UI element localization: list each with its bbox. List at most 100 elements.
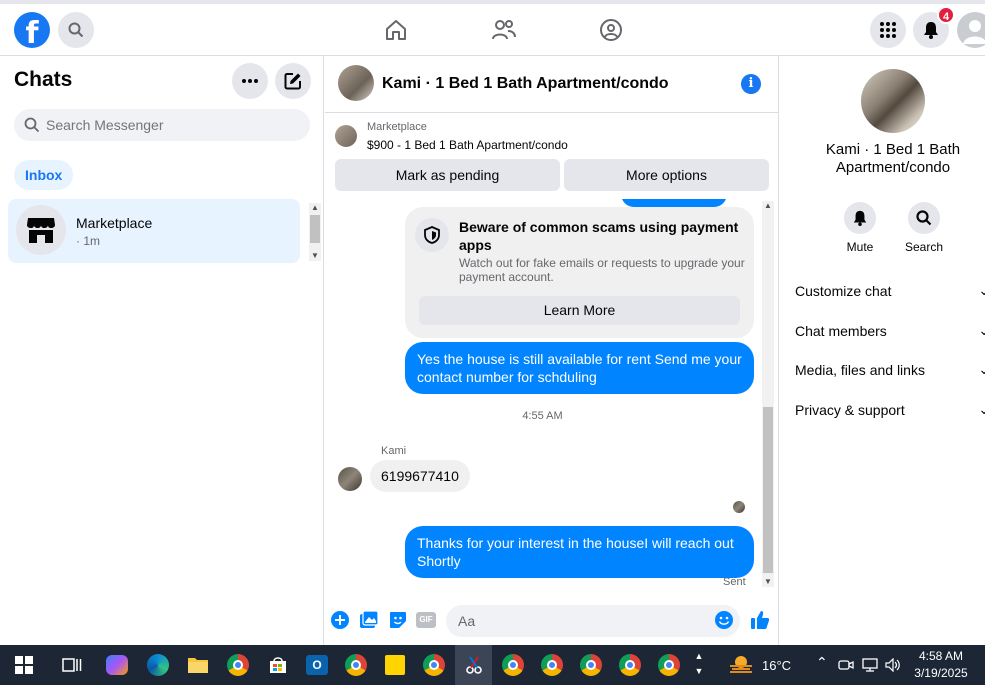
friends-nav-button[interactable] xyxy=(490,16,518,44)
show-hidden-icons-chevron[interactable]: ⌃ xyxy=(816,655,828,671)
privacy-support-item[interactable]: Privacy & support ⌄ xyxy=(795,402,985,418)
marketplace-avatar xyxy=(16,205,66,255)
menu-button[interactable] xyxy=(870,12,906,48)
info-icon[interactable]: i xyxy=(741,74,761,94)
task-view-button[interactable] xyxy=(58,651,86,679)
store-icon xyxy=(270,657,286,673)
thumbs-up-icon xyxy=(751,611,770,629)
gif-button[interactable]: GIF xyxy=(415,609,437,631)
emoji-button[interactable] xyxy=(713,609,735,631)
outgoing-message-bubble[interactable]: Thanks for your interest in the houseI w… xyxy=(405,526,754,578)
conversation-avatar[interactable] xyxy=(338,65,374,101)
search-messenger-input[interactable] xyxy=(46,117,286,133)
store-taskbar-button[interactable] xyxy=(264,651,292,679)
search-button[interactable] xyxy=(58,12,94,48)
volume-button[interactable] xyxy=(883,653,903,677)
message-input[interactable]: Aa xyxy=(446,605,740,637)
chrome-profile-1-button[interactable] xyxy=(342,651,370,679)
weather-temperature[interactable]: 16°C xyxy=(762,658,791,673)
photo-icon xyxy=(360,610,379,628)
weather-widget[interactable] xyxy=(727,651,755,679)
meet-now-button[interactable] xyxy=(836,653,856,677)
chats-options-button[interactable] xyxy=(232,63,268,99)
mute-action[interactable]: Mute xyxy=(830,202,890,254)
chrome-profile-2-button[interactable] xyxy=(420,651,448,679)
scroll-down-arrow[interactable]: ▼ xyxy=(762,577,774,587)
listing-thumbnail[interactable] xyxy=(335,125,357,147)
chrome-profile-7-button[interactable] xyxy=(655,651,683,679)
sender-name: Kami xyxy=(381,445,407,457)
conversation-title[interactable]: Kami · 1 Bed 1 Bath Apartment/condo xyxy=(382,75,669,93)
inbox-tab[interactable]: Inbox xyxy=(14,160,74,190)
conversation-time: · 1m xyxy=(76,234,100,248)
menu-label: Chat members xyxy=(795,323,887,339)
listing-title[interactable]: $900 - 1 Bed 1 Bath Apartment/condo xyxy=(367,138,568,152)
notifications-button[interactable]: 4 xyxy=(913,6,955,48)
profile-name: Kami · 1 Bed 1 Bath Apartment/condo xyxy=(825,141,961,176)
profile-avatar[interactable] xyxy=(861,69,925,133)
chrome-profile-6-button[interactable] xyxy=(616,651,644,679)
sender-avatar[interactable] xyxy=(338,467,362,491)
customize-chat-item[interactable]: Customize chat ⌄ xyxy=(795,283,985,299)
like-button[interactable] xyxy=(749,609,771,631)
start-button[interactable] xyxy=(10,651,38,679)
search-icon xyxy=(68,22,84,38)
conversation-list-scrollbar[interactable]: ▲ ▼ xyxy=(309,203,321,261)
outlook-taskbar-button[interactable]: O xyxy=(303,651,331,679)
search-messenger-field[interactable] xyxy=(14,109,310,141)
media-files-links-item[interactable]: Media, files and links ⌄ xyxy=(795,362,985,378)
scissors-icon xyxy=(466,656,482,674)
marketplace-label: Marketplace xyxy=(367,121,427,133)
sticker-button[interactable] xyxy=(387,609,409,631)
chevron-down-icon: ⌄ xyxy=(978,402,985,418)
snipping-tool-taskbar-button[interactable] xyxy=(460,651,488,679)
chrome-profile-5-button[interactable] xyxy=(577,651,605,679)
file-explorer-taskbar-button[interactable] xyxy=(184,651,212,679)
groups-nav-button[interactable] xyxy=(597,16,625,44)
scroll-up-arrow[interactable]: ▲ xyxy=(762,201,774,211)
taskbar-overflow-arrows[interactable]: ▲ ▼ xyxy=(692,649,706,681)
incoming-message-bubble[interactable]: 6199677410 xyxy=(370,460,470,492)
mute-label: Mute xyxy=(846,240,874,254)
facebook-logo[interactable]: f xyxy=(14,12,50,48)
more-actions-button[interactable] xyxy=(329,609,351,631)
chat-members-item[interactable]: Chat members ⌄ xyxy=(795,323,985,339)
new-message-button[interactable] xyxy=(275,63,311,99)
scroll-thumb[interactable] xyxy=(310,215,320,243)
edge-taskbar-button[interactable] xyxy=(144,651,172,679)
conversation-panel: Kami · 1 Bed 1 Bath Apartment/condo i Ma… xyxy=(325,56,779,645)
more-options-button[interactable]: More options xyxy=(564,159,769,191)
scroll-up-arrow[interactable]: ▲ xyxy=(309,203,321,213)
speaker-icon xyxy=(885,658,900,672)
chrome-taskbar-button[interactable] xyxy=(224,651,252,679)
copilot-taskbar-button[interactable] xyxy=(103,651,131,679)
chrome-icon xyxy=(541,654,563,676)
scroll-thumb[interactable] xyxy=(763,407,773,573)
chrome-icon xyxy=(423,654,445,676)
search-action[interactable]: Search xyxy=(894,202,954,254)
clock-date[interactable]: 3/19/2025 xyxy=(910,666,972,680)
chrome-profile-4-button[interactable] xyxy=(538,651,566,679)
scam-warning-card: Beware of common scams using payment app… xyxy=(405,207,754,338)
sticky-notes-taskbar-button[interactable] xyxy=(381,651,409,679)
mark-as-pending-button[interactable]: Mark as pending xyxy=(335,159,560,191)
scam-warning-title: Beware of common scams using payment app… xyxy=(459,219,739,253)
outgoing-message-bubble[interactable]: Yes the house is still available for ren… xyxy=(405,342,754,394)
conversation-marketplace[interactable]: Marketplace · 1m xyxy=(8,199,300,263)
thread-scrollbar[interactable]: ▲ ▼ xyxy=(762,201,774,587)
outlook-icon: O xyxy=(306,655,328,675)
learn-more-button[interactable]: Learn More xyxy=(419,296,740,325)
chats-title: Chats xyxy=(14,68,73,91)
clock-time[interactable]: 4:58 AM xyxy=(913,649,969,663)
task-view-icon xyxy=(62,658,82,672)
network-button[interactable] xyxy=(860,653,880,677)
account-avatar-button[interactable] xyxy=(957,12,985,48)
attach-photo-button[interactable] xyxy=(358,609,380,631)
grid-menu-icon xyxy=(880,22,896,38)
chrome-icon xyxy=(345,654,367,676)
chrome-profile-3-button[interactable] xyxy=(499,651,527,679)
home-nav-button[interactable] xyxy=(382,16,410,44)
menu-label: Customize chat xyxy=(795,283,892,299)
camera-icon xyxy=(838,660,854,670)
scroll-down-arrow[interactable]: ▼ xyxy=(309,251,321,261)
